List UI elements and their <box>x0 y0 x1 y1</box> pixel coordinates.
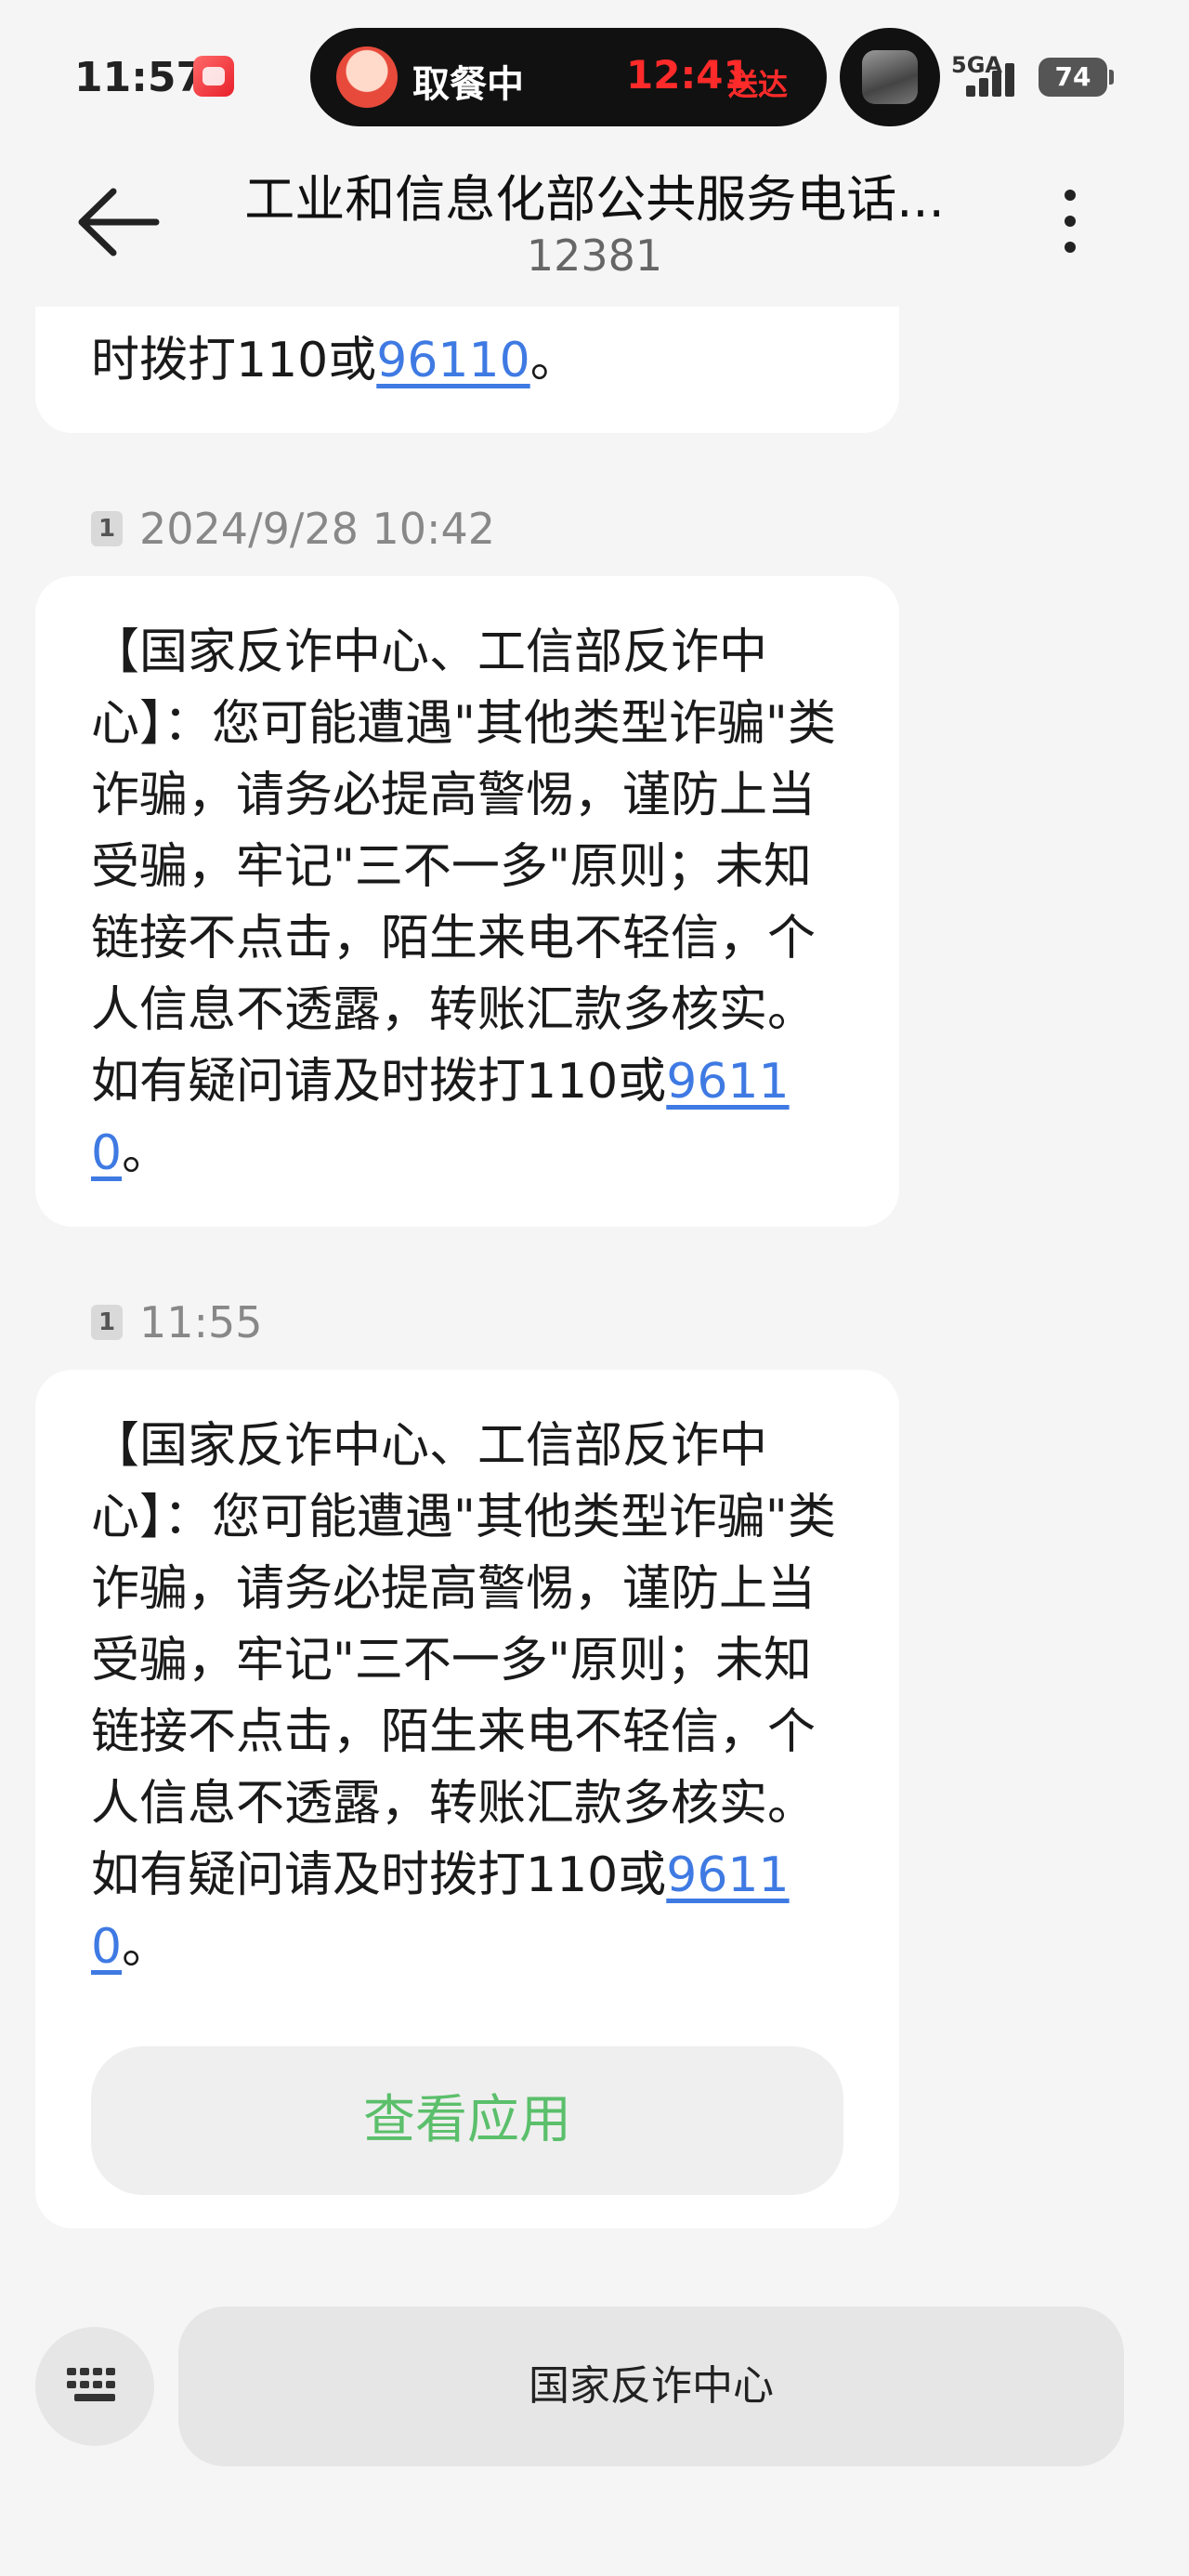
delivery-status: 取餐中 <box>412 63 524 106</box>
message-timestamp: 2024/9/28 10:42 <box>139 504 496 554</box>
message-text: 【国家反诈中心、工信部反诈中心】：您可能遭遇"其他类型诈骗"类诈骗，请务必提高警… <box>91 1418 836 1975</box>
more-options-button[interactable] <box>1050 184 1091 258</box>
delivery-eta-suffix: 送达 <box>728 67 789 102</box>
courier-avatar-icon <box>336 46 398 108</box>
conversation-title: 工业和信息化部公共服务电话... <box>244 170 945 229</box>
status-bar: 11:57 取餐中 12:41 送达 5GA 74 <box>0 0 1189 158</box>
back-button[interactable] <box>74 182 163 262</box>
message-timestamp: 11:55 <box>139 1297 263 1347</box>
message-bubble[interactable]: 【国家反诈中心、工信部反诈中心】：您可能遭遇"其他类型诈骗"类诈骗，请务必提高警… <box>35 1370 899 2228</box>
live-activity-island[interactable]: 取餐中 12:41 送达 <box>310 28 827 126</box>
app-notification-icon <box>193 56 234 97</box>
conversation-number: 12381 <box>526 230 663 281</box>
message-bubble[interactable]: 【国家反诈中心、工信部反诈中心】：您可能遭遇"其他类型诈骗"类诈骗，请务必提高警… <box>35 576 899 1227</box>
view-app-button[interactable]: 查看应用 <box>91 2046 843 2195</box>
phone-link[interactable]: 96110 <box>376 333 529 388</box>
message-text: 【国家反诈中心、工信部反诈中心】：您可能遭遇"其他类型诈骗"类诈骗，请务必提高警… <box>91 624 836 1181</box>
signal-strength-icon <box>966 61 1027 97</box>
media-thumbnail-icon <box>862 50 918 104</box>
sim-card-icon: 1 <box>91 1305 123 1340</box>
sim-card-icon: 1 <box>91 511 123 546</box>
battery-icon: 74 <box>1039 58 1114 97</box>
quick-reply-button[interactable]: 国家反诈中心 <box>178 2307 1124 2466</box>
message-bubble-partial[interactable]: 时拨打110或96110。 <box>35 307 899 433</box>
message-text: 时拨打110或96110。 <box>91 333 579 388</box>
battery-level: 74 <box>1054 61 1091 92</box>
arrow-left-icon <box>78 188 160 256</box>
keyboard-toggle-button[interactable] <box>35 2327 154 2446</box>
status-time: 11:57 <box>74 54 205 101</box>
camera-cutout <box>840 28 940 126</box>
keyboard-icon <box>67 2368 123 2405</box>
